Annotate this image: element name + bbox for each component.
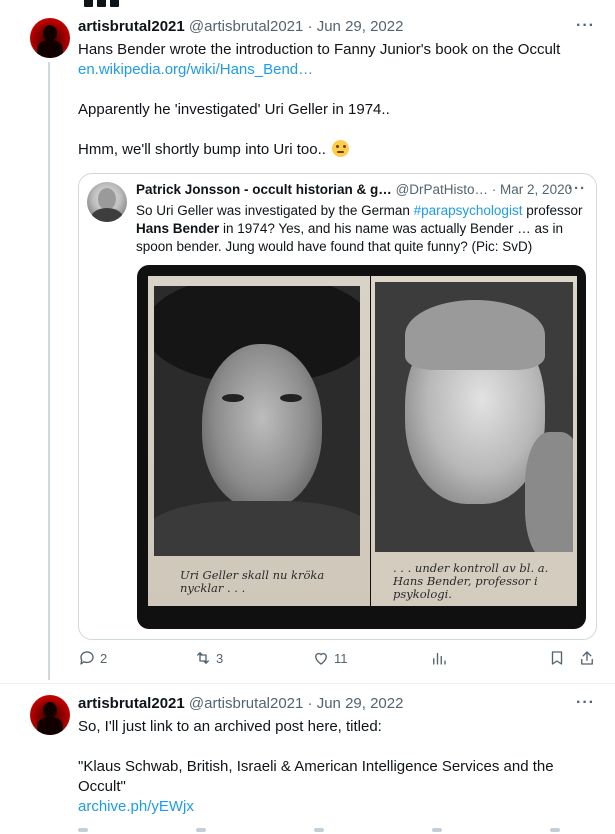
thread-connector-line [48, 62, 50, 680]
quoted-tweet-date[interactable]: Mar 2, 2020 [500, 182, 572, 197]
tweet-text-line: So, I'll just link to an archived post h… [78, 718, 382, 735]
author-handle[interactable]: @artisbrutal2021 [189, 695, 303, 712]
quoted-author-handle[interactable]: @DrPatHisto… [396, 182, 488, 197]
views-button[interactable] [430, 646, 448, 670]
share-button[interactable] [578, 646, 596, 670]
tweet-divider [0, 683, 615, 684]
thinking-face-icon [331, 140, 349, 157]
previous-tweet-fragment [84, 0, 130, 7]
tweet-text-line: Occult" [78, 778, 126, 795]
tweet-text-line: "Klaus Schwab, British, Israeli & Americ… [78, 758, 554, 775]
tweet-header: artisbrutal2021 @artisbrutal2021 · Jun 2… [78, 18, 404, 35]
quoted-author-name[interactable]: Patrick Jonsson - occult historian & g… [136, 182, 392, 197]
like-button[interactable]: 11 [312, 646, 348, 670]
avatar[interactable] [30, 18, 70, 58]
tweet-header: artisbrutal2021 @artisbrutal2021 · Jun 2… [78, 695, 404, 712]
hashtag-link[interactable]: #parapsychologist [414, 203, 523, 218]
bookmark-icon [551, 651, 563, 665]
reply-count: 2 [100, 650, 108, 666]
retweet-icon [197, 652, 209, 664]
tweet-text: Hmm, we'll shortly bump into Uri too.. [78, 141, 326, 158]
bookmark-button[interactable] [548, 646, 566, 670]
wikipedia-link[interactable]: en.wikipedia.org/wiki/Hans_Bend… [78, 60, 313, 80]
author-handle[interactable]: @artisbrutal2021 [189, 18, 303, 35]
quoted-text-line: So Uri Geller was investigated by the Ge… [136, 203, 583, 218]
tweet-actions: 2 3 11 [78, 646, 598, 676]
quoted-text-line: Hans Bender in 1974? Yes, and his name w… [136, 221, 563, 236]
archive-link[interactable]: archive.ph/yEWjx [78, 797, 194, 817]
tweet-text-line: Apparently he 'investigated' Uri Geller … [78, 101, 390, 118]
more-options-icon[interactable]: ··· [576, 17, 595, 35]
retweet-button[interactable]: 3 [194, 646, 223, 670]
quoted-author-avatar[interactable] [87, 182, 127, 222]
quoted-tweet-header: Patrick Jonsson - occult historian & g… … [136, 182, 573, 197]
heart-icon [315, 652, 327, 665]
like-count: 11 [334, 650, 348, 666]
tweet-text-line: Hmm, we'll shortly bump into Uri too.. [78, 140, 349, 160]
retweet-count: 3 [216, 650, 224, 666]
quoted-tweet-card[interactable]: Patrick Jonsson - occult historian & g… … [78, 173, 597, 640]
author-name[interactable]: artisbrutal2021 [78, 18, 185, 35]
share-icon [581, 651, 593, 665]
quoted-text-line: spoon bender. Jung would have found that… [136, 239, 533, 254]
newspaper-clipping-image[interactable]: Uri Geller skall nu kröka nycklar . . . … [137, 265, 586, 629]
tweet-date[interactable]: Jun 29, 2022 [317, 18, 404, 35]
clipping-caption: nycklar . . . [180, 581, 246, 595]
reply-button[interactable]: 2 [78, 646, 107, 670]
clipping-hans-bender: . . . under kontroll av bl. a. Hans Bend… [371, 276, 577, 606]
tweet-date[interactable]: Jun 29, 2022 [317, 695, 404, 712]
clipping-caption: psykologi. [393, 587, 452, 601]
avatar[interactable] [30, 695, 70, 735]
more-options-icon[interactable]: ··· [576, 694, 595, 712]
tweet-text-line: Hans Bender wrote the introduction to Fa… [78, 41, 561, 58]
more-options-icon[interactable]: ··· [568, 180, 586, 197]
author-name[interactable]: artisbrutal2021 [78, 695, 185, 712]
reply-icon [80, 651, 94, 665]
analytics-icon [433, 652, 446, 665]
clipping-uri-geller: Uri Geller skall nu kröka nycklar . . . [148, 276, 370, 606]
